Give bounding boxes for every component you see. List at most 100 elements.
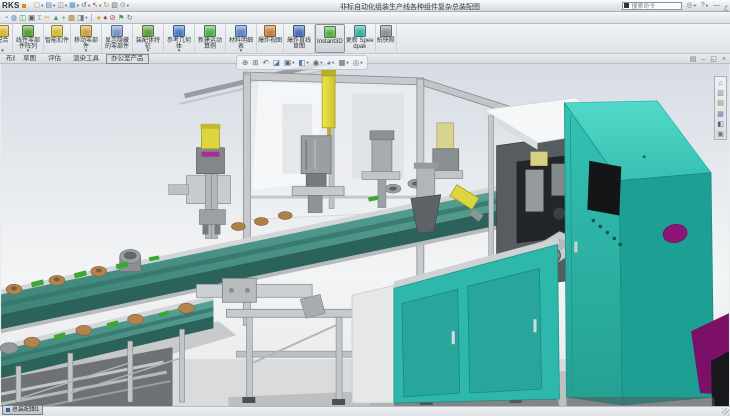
display-style-icon[interactable]: ◧: [297, 58, 309, 68]
warning-icon[interactable]: ▲: [51, 13, 60, 23]
rebuild-icon[interactable]: ↻: [102, 1, 110, 11]
solidworks-window: RKS ▢▤◫▦↺↖↻▧⊙ 非标自动化组装生产线各种组件复杂总装配图 搜索命令 …: [0, 0, 730, 416]
save-icon[interactable]: ◫: [56, 1, 68, 11]
previous-view-icon[interactable]: ↶: [262, 58, 270, 68]
tab-office-products[interactable]: 办公室产品: [106, 54, 149, 64]
viewport-layout-icon[interactable]: ▤: [689, 55, 698, 65]
minimize-button[interactable]: —: [712, 1, 721, 11]
copy-icon[interactable]: ◨: [76, 13, 88, 23]
move-component-icon: [80, 25, 92, 37]
exploded-view-icon: [264, 25, 276, 37]
cm-linear-pattern-button[interactable]: 线性零部件阵列: [13, 24, 44, 53]
restore-window-icon[interactable]: ◱: [709, 55, 718, 65]
appearances-icon[interactable]: ◧: [716, 120, 725, 129]
quick-toolbar: ◔◍◫▣Σ✂▲+▩◨●●⊘⚑↻: [0, 12, 730, 24]
tab-evaluate[interactable]: 评估: [43, 54, 66, 64]
cm-new-motion-study-button[interactable]: 新建运动算例: [195, 24, 226, 53]
status-bar: [0, 406, 730, 416]
picture-icon[interactable]: ▩: [67, 13, 76, 23]
save-all-icon[interactable]: ◫: [18, 13, 27, 23]
sigma-icon[interactable]: Σ: [36, 13, 43, 23]
command-label: 配合: [0, 38, 9, 44]
options-icon[interactable]: ⊙: [119, 1, 130, 11]
menu-toolbar: ▢▤◫▦↺↖↻▧⊙: [33, 1, 130, 11]
close-window-icon[interactable]: ×: [721, 55, 727, 65]
edit-appearance-icon[interactable]: ◕: [326, 58, 336, 68]
command-label: 参考几何体: [165, 38, 193, 50]
cm-take-snapshot-button[interactable]: 拍快照: [376, 24, 397, 53]
command-label: 更新 Speedpak: [346, 38, 374, 50]
cm-bom-button[interactable]: 材料明细表: [226, 24, 257, 53]
title-bar: RKS ▢▤◫▦↺↖↻▧⊙ 非标自动化组装生产线各种组件复杂总装配图 搜索命令 …: [0, 0, 730, 12]
search-input[interactable]: 搜索命令: [622, 2, 682, 10]
section-view-icon[interactable]: ◪: [272, 58, 281, 68]
command-label: 线性零部件阵列: [14, 38, 42, 50]
command-label: 材料明细表: [227, 38, 255, 50]
cm-explode-line-sketch-button[interactable]: 爆炸直线草图: [284, 24, 315, 53]
zoom-area-icon[interactable]: ⊞: [251, 58, 259, 68]
design-library-icon[interactable]: ▥: [716, 89, 725, 98]
checkbox-icon[interactable]: ▣: [27, 13, 36, 23]
undo-icon[interactable]: ↺: [80, 1, 91, 11]
help-button[interactable]: ?: [700, 1, 709, 11]
logo-accent-icon: [22, 4, 26, 8]
view-settings-icon[interactable]: ◎: [352, 58, 364, 68]
cm-mate-button[interactable]: 配合: [0, 24, 13, 53]
print-icon[interactable]: ▦: [68, 1, 80, 11]
cm-move-component-button[interactable]: 移动零部件: [71, 24, 102, 53]
command-label: 爆炸视图: [258, 38, 282, 44]
app-logo: RKS: [2, 2, 20, 10]
cm-instant3d-button[interactable]: Instant3D: [315, 24, 345, 53]
hide-show-items-icon[interactable]: ◉: [312, 58, 324, 68]
resources-icon[interactable]: ⌂: [717, 79, 723, 88]
file-properties-icon[interactable]: ▧: [110, 1, 119, 11]
cm-show-hidden-button[interactable]: 显示隐藏的零部件: [102, 24, 133, 53]
block-icon[interactable]: ⊘: [109, 13, 117, 23]
select-icon[interactable]: ↖: [91, 1, 102, 11]
cm-reference-geometry-button[interactable]: 参考几何体: [164, 24, 195, 53]
cabinet-screen: [587, 161, 621, 216]
open-icon[interactable]: ▤: [44, 1, 56, 11]
command-label: 显示隐藏的零部件: [103, 38, 131, 50]
document-title: 非标自动化组装生产线各种组件复杂总装配图: [260, 2, 560, 12]
cm-update-speedpak-button[interactable]: 更新 Speedpak: [345, 24, 376, 53]
3d-model: [0, 64, 730, 407]
command-label: 智能扣件: [45, 38, 69, 44]
command-label: 爆炸直线草图: [285, 38, 313, 50]
view-palette-icon[interactable]: ▩: [716, 110, 725, 119]
refresh-icon[interactable]: ↻: [126, 13, 134, 23]
linear-pattern-icon: [22, 25, 34, 37]
cm-smart-fasteners-button[interactable]: 智能扣件: [44, 24, 71, 53]
globe-icon[interactable]: ◍: [10, 13, 19, 23]
graphics-viewport[interactable]: [0, 64, 730, 407]
cm-assembly-features-button[interactable]: 装配体特征: [133, 24, 164, 53]
view-orientation-icon[interactable]: ▣: [283, 58, 295, 68]
command-label: 装配体特征: [134, 38, 162, 50]
smart-fasteners-icon: [51, 25, 63, 37]
search-area: 搜索命令 ◎ ? — ◻: [622, 0, 728, 15]
task-pane-strip: ⌂▥▤ ▩◧▣: [714, 76, 727, 140]
minimize-window-icon[interactable]: –: [700, 55, 706, 65]
model-window-tab[interactable]: 总装配图1: [2, 405, 43, 415]
apply-scene-icon[interactable]: ▦: [337, 58, 349, 68]
motion-study-icon: [204, 25, 216, 37]
restore-button[interactable]: ◻: [724, 0, 728, 15]
resize-grip-icon[interactable]: [722, 408, 729, 415]
flag-icon[interactable]: ⚑: [117, 13, 126, 23]
tab-layout[interactable]: 布局: [4, 54, 16, 64]
tab-sketch[interactable]: 草图: [18, 54, 41, 64]
instant3d-icon: [324, 26, 336, 38]
custom-properties-icon[interactable]: ▣: [716, 130, 725, 139]
file-explorer-icon[interactable]: ▤: [716, 99, 725, 108]
cut-icon[interactable]: ✂: [43, 13, 51, 23]
command-label: 新建运动算例: [196, 38, 224, 50]
toolbar-divider[interactable]: [91, 14, 92, 22]
zoom-fit-icon[interactable]: ⊕: [241, 58, 249, 68]
cm-exploded-view-button[interactable]: 爆炸视图: [257, 24, 284, 53]
bom-icon: [235, 25, 247, 37]
tab-render-tools[interactable]: 渲染工具: [68, 54, 104, 64]
search-dropdown-button[interactable]: ◎: [685, 1, 696, 11]
command-manager: 配合 线性零部件阵列 智能扣件 移动零部件 显示隐藏的零部件 装配体特征 参考几…: [0, 24, 730, 54]
new-document-icon[interactable]: ▢: [33, 1, 45, 11]
assembly-document-icon: [6, 408, 10, 412]
